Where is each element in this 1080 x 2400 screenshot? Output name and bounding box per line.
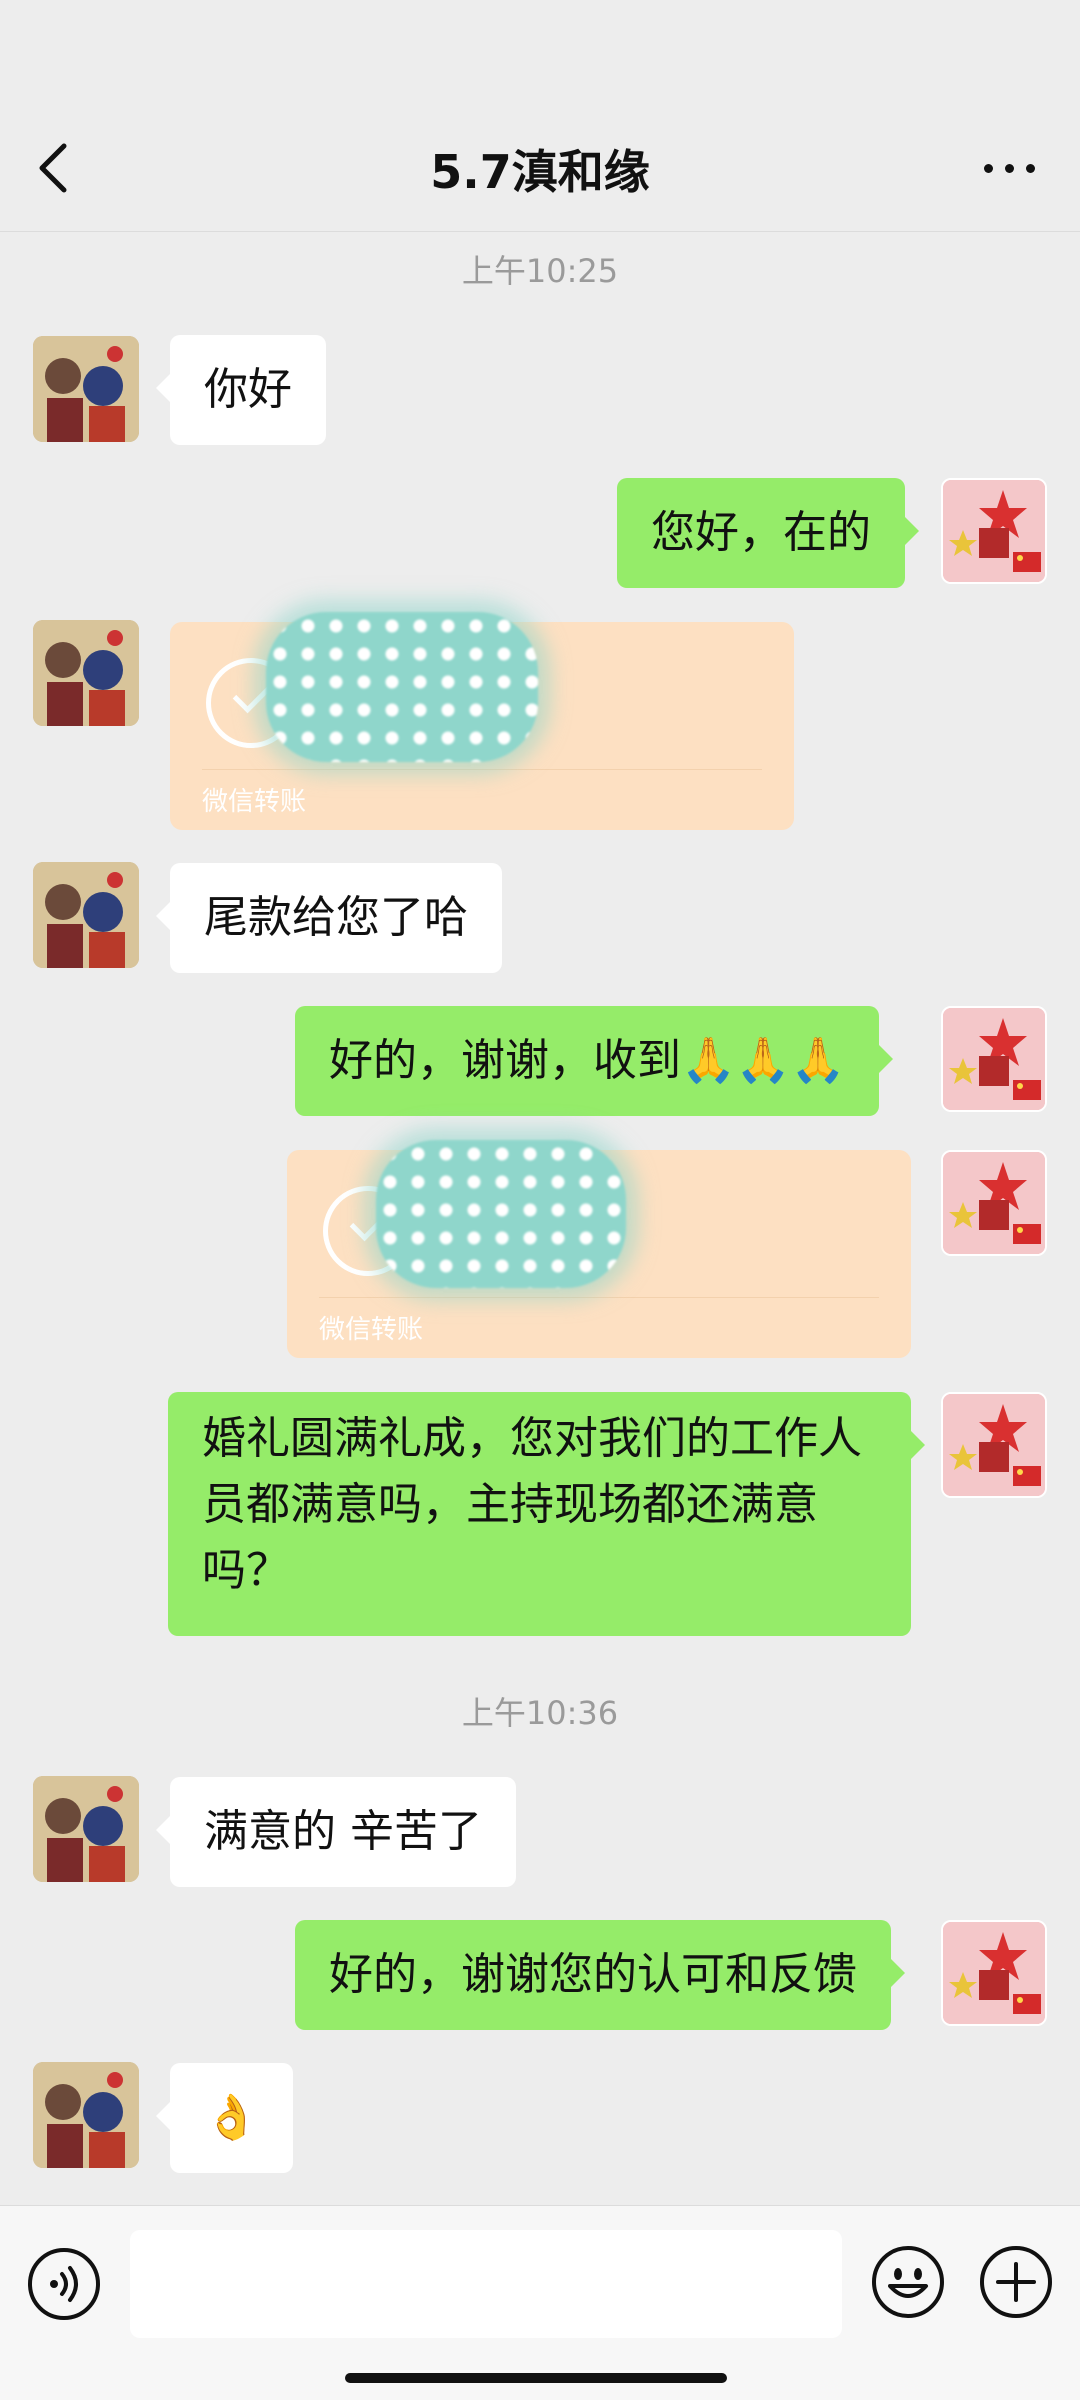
my-avatar[interactable] [941, 1150, 1047, 1256]
transfer-label: 微信转账 [319, 1315, 424, 1345]
message-input[interactable] [130, 2230, 842, 2338]
message-bubble[interactable]: 好的，谢谢您的认可和反馈 [295, 1920, 905, 2030]
input-bar [0, 2205, 1080, 2400]
redaction-mask [376, 1140, 626, 1288]
message-bubble[interactable]: 您好，在的 [617, 478, 919, 588]
contact-avatar[interactable] [33, 1776, 139, 1882]
message-bubble[interactable]: 👌 [156, 2063, 293, 2173]
plus-icon[interactable] [978, 2244, 1054, 2320]
emoji-icon[interactable] [870, 2244, 946, 2320]
chat-title: 5.7滇和缘 [430, 145, 650, 199]
my-avatar[interactable] [941, 1920, 1047, 2026]
message-bubble[interactable]: 满意的 辛苦了 [156, 1777, 516, 1887]
contact-avatar[interactable] [33, 620, 139, 726]
home-indicator[interactable] [345, 2373, 727, 2383]
transfer-label: 微信转账 [202, 787, 307, 817]
message-bubble[interactable]: 婚礼圆满礼成，您对我们的工作人员都满意吗，主持现场都还满意吗？ [168, 1392, 925, 1636]
chat-header: 5.7滇和缘 [0, 0, 1080, 232]
timestamp: 上午10:36 [461, 1694, 619, 1732]
contact-avatar[interactable] [33, 336, 139, 442]
contact-avatar[interactable] [33, 2062, 139, 2168]
message-bubble[interactable]: 尾款给您了哈 [156, 863, 502, 973]
divider [319, 1297, 879, 1298]
voice-icon[interactable] [26, 2246, 102, 2322]
message-bubble[interactable]: 你好 [156, 335, 326, 445]
contact-avatar[interactable] [33, 862, 139, 968]
my-avatar[interactable] [941, 1006, 1047, 1112]
timestamp: 上午10:25 [461, 252, 619, 290]
message-bubble[interactable]: 好的，谢谢，收到🙏🙏🙏 [295, 1006, 894, 1116]
my-avatar[interactable] [941, 478, 1047, 584]
divider [202, 769, 762, 770]
redaction-mask [266, 612, 538, 762]
more-options-icon[interactable] [980, 150, 1040, 186]
my-avatar[interactable] [941, 1392, 1047, 1498]
